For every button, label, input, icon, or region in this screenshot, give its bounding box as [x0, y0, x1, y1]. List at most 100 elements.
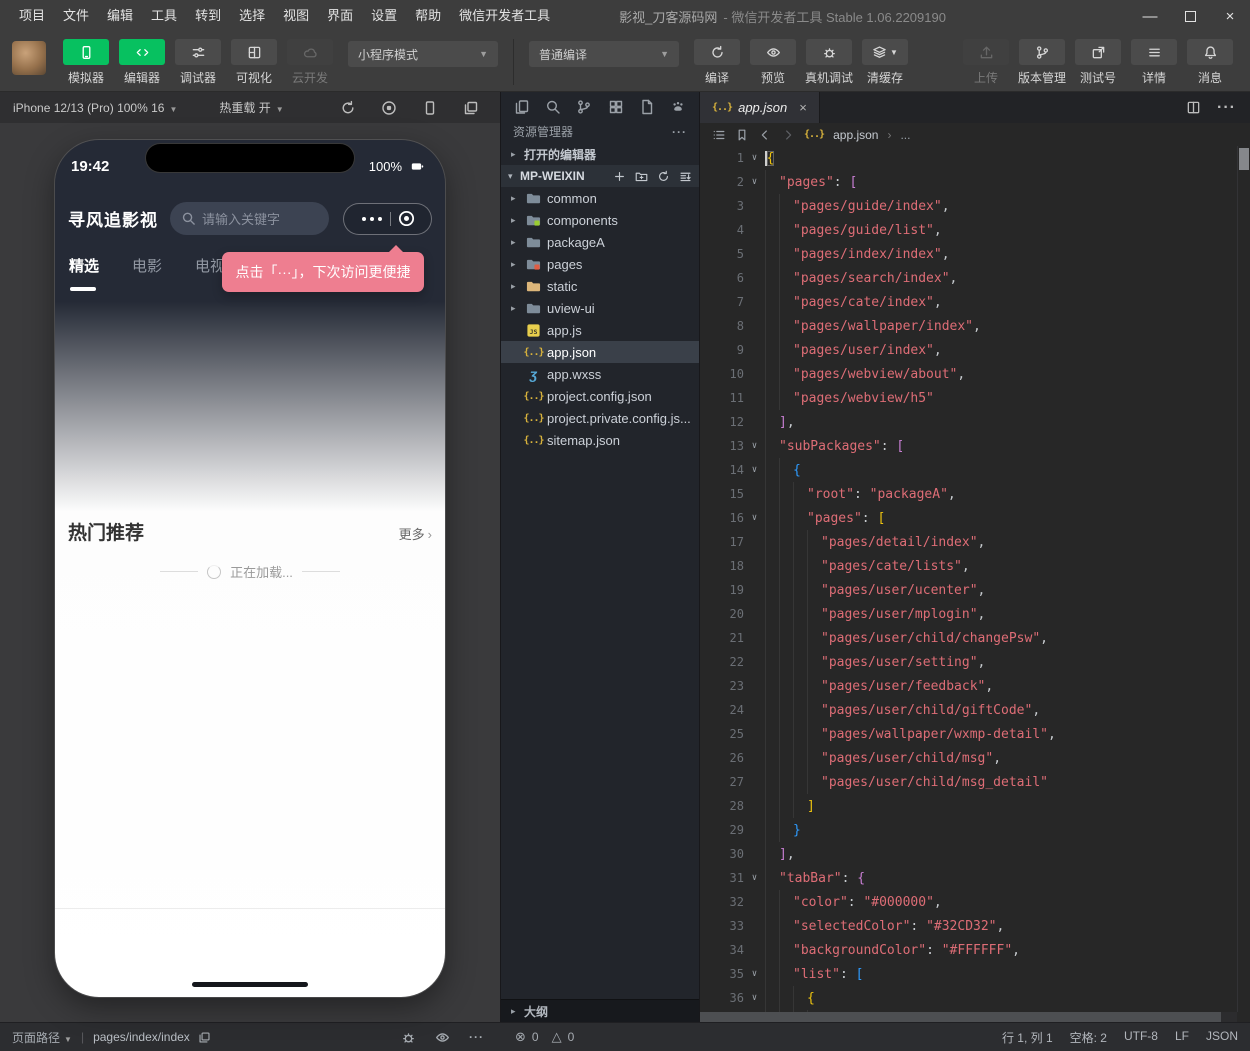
mode-select[interactable]: 小程序模式▼	[348, 41, 498, 67]
phone-tab-2[interactable]: 电影	[132, 255, 162, 276]
fold-chevron-icon[interactable]: ∨	[744, 513, 765, 523]
minimize-button[interactable]: —	[1130, 0, 1170, 32]
capsule-menu[interactable]	[343, 203, 432, 235]
paw-icon[interactable]	[670, 99, 686, 115]
sim-record-icon[interactable]	[381, 100, 397, 116]
scrollbar-thumb[interactable]	[1239, 148, 1249, 170]
user-avatar[interactable]	[12, 41, 46, 75]
new-file-icon[interactable]	[613, 170, 626, 183]
horizontal-scrollbar[interactable]	[700, 1012, 1237, 1022]
toolbar-button-external[interactable]: 测试号	[1073, 39, 1123, 86]
menubar-item-1[interactable]: 项目	[10, 0, 54, 32]
tree-item-app-wxss[interactable]: ʒapp.wxss	[501, 363, 699, 385]
home-indicator[interactable]	[192, 982, 308, 987]
search-icon[interactable]	[545, 99, 561, 115]
problems-indicator[interactable]: ⊗0 △0	[500, 1029, 700, 1045]
sim-device-icon[interactable]	[422, 100, 438, 116]
more-dots-icon[interactable]	[360, 217, 384, 221]
toolbar-toggle-code[interactable]: 编辑器	[117, 39, 167, 86]
maximize-button[interactable]	[1170, 0, 1210, 32]
fold-chevron-icon[interactable]: ∨	[744, 969, 765, 979]
toolbar-button-branch[interactable]: 版本管理	[1017, 39, 1067, 86]
debug-icon[interactable]	[401, 1030, 416, 1045]
cursor-position[interactable]: 行 1, 列 1	[1002, 1029, 1053, 1046]
outline-icon[interactable]	[712, 128, 726, 142]
scrollbar-thumb[interactable]	[700, 1012, 1221, 1022]
tree-item-components[interactable]: ▸components	[501, 209, 699, 231]
tree-item-common[interactable]: ▸common	[501, 187, 699, 209]
tree-item-packageA[interactable]: ▸packageA	[501, 231, 699, 253]
project-root-row[interactable]: ▾ MP-WEIXIN	[501, 165, 699, 187]
template-icon[interactable]	[639, 99, 655, 115]
search-input[interactable]: 请输入关键字	[170, 202, 329, 235]
toolbar-action-eye[interactable]: 预览	[748, 39, 798, 86]
outline-section[interactable]: ▸ 大纲	[501, 999, 699, 1022]
toolbar-toggle-tune[interactable]: 调试器	[173, 39, 223, 86]
tree-item-app-json[interactable]: {..}app.json	[501, 341, 699, 363]
forward-arrow-icon[interactable]	[781, 128, 795, 142]
menubar-item-6[interactable]: 选择	[230, 0, 274, 32]
menubar-item-9[interactable]: 设置	[362, 0, 406, 32]
preview-icon[interactable]	[435, 1030, 450, 1045]
open-editors-section[interactable]: ▸ 打开的编辑器	[501, 143, 699, 165]
more-link[interactable]: 更多›	[399, 524, 432, 543]
git-branch-icon[interactable]	[576, 99, 592, 115]
page-path-select[interactable]: 页面路径▼	[12, 1029, 72, 1046]
fold-chevron-icon[interactable]: ∨	[744, 153, 765, 163]
toolbar-button-bell[interactable]: 消息	[1185, 39, 1235, 86]
toolbar-action-bug[interactable]: 真机调试	[804, 39, 854, 86]
menubar-item-8[interactable]: 界面	[318, 0, 362, 32]
toolbar-toggle-phone[interactable]: 模拟器	[61, 39, 111, 86]
files-icon[interactable]	[514, 99, 530, 115]
close-button[interactable]: ×	[1210, 0, 1250, 32]
encoding-setting[interactable]: UTF-8	[1124, 1029, 1158, 1046]
menubar-item-2[interactable]: 文件	[54, 0, 98, 32]
eol-setting[interactable]: LF	[1175, 1029, 1189, 1046]
target-close-icon[interactable]	[397, 209, 416, 228]
toolbar-action-refresh[interactable]: 编译	[692, 39, 742, 86]
fold-chevron-icon[interactable]: ∨	[744, 873, 765, 883]
language-mode[interactable]: JSON	[1206, 1029, 1238, 1046]
indentation-setting[interactable]: 空格: 2	[1070, 1029, 1107, 1046]
copy-path-icon[interactable]	[198, 1031, 211, 1044]
fold-chevron-icon[interactable]: ∨	[744, 993, 765, 1003]
tab-app-json[interactable]: {..} app.json ×	[700, 92, 820, 123]
tree-item-uview-ui[interactable]: ▸uview-ui	[501, 297, 699, 319]
tree-item-static[interactable]: ▸static	[501, 275, 699, 297]
fold-chevron-icon[interactable]: ∨	[744, 441, 765, 451]
hot-reload-toggle[interactable]: 热重载 开▼	[219, 99, 283, 116]
breadcrumb-more[interactable]: ...	[900, 128, 910, 142]
toolbar-button-lines[interactable]: 详情	[1129, 39, 1179, 86]
vertical-scrollbar[interactable]	[1237, 146, 1250, 1012]
toolbar-action-layers[interactable]: ▼清缓存	[860, 39, 910, 86]
new-folder-icon[interactable]	[635, 170, 648, 183]
compile-mode-select[interactable]: 普通编译▼	[529, 41, 679, 67]
tree-item-project-config-json[interactable]: {..}project.config.json	[501, 385, 699, 407]
tree-item-project-private-config-js-[interactable]: {..}project.private.config.js...	[501, 407, 699, 429]
explorer-more-button[interactable]: ···	[672, 125, 687, 139]
tree-item-app-js[interactable]: JSapp.js	[501, 319, 699, 341]
menubar-item-11[interactable]: 微信开发者工具	[450, 0, 559, 32]
menubar-item-10[interactable]: 帮助	[406, 0, 450, 32]
fold-chevron-icon[interactable]: ∨	[744, 177, 765, 187]
tree-item-pages[interactable]: ▸pages	[501, 253, 699, 275]
menubar-item-5[interactable]: 转到	[186, 0, 230, 32]
refresh-explorer-icon[interactable]	[657, 170, 670, 183]
menubar-item-4[interactable]: 工具	[142, 0, 186, 32]
menubar-item-7[interactable]: 视图	[274, 0, 318, 32]
back-arrow-icon[interactable]	[758, 128, 772, 142]
menubar-item-3[interactable]: 编辑	[98, 0, 142, 32]
sim-refresh-icon[interactable]	[340, 100, 356, 116]
tree-item-sitemap-json[interactable]: {..}sitemap.json	[501, 429, 699, 451]
code-editor[interactable]: 1∨{2∨"pages": [3"pages/guide/index",4"pa…	[700, 146, 1250, 1022]
collapse-all-icon[interactable]	[679, 170, 692, 183]
breadcrumb-file[interactable]: app.json	[833, 128, 878, 142]
close-tab-icon[interactable]: ×	[799, 100, 807, 115]
editor-more-icon[interactable]: ···	[1217, 99, 1236, 117]
split-editor-icon[interactable]	[1186, 100, 1201, 115]
plugin-icon[interactable]	[608, 99, 624, 115]
fold-chevron-icon[interactable]: ∨	[744, 465, 765, 475]
device-select[interactable]: iPhone 12/13 (Pro) 100% 16▼	[13, 101, 177, 115]
more-icon[interactable]: ···	[469, 1030, 484, 1044]
bookmark-icon[interactable]	[735, 128, 749, 142]
